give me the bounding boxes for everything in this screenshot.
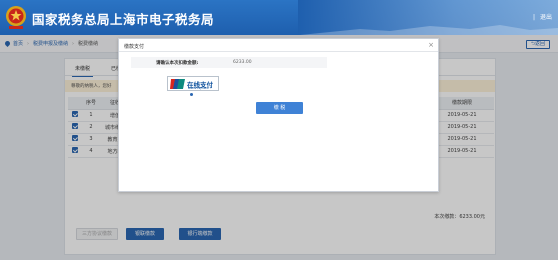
- amount-value: 6233.00: [233, 60, 252, 65]
- unionpay-logo-icon: [170, 79, 185, 89]
- modal-header: 缴款支付 ×: [119, 39, 438, 52]
- modal-title: 缴款支付: [124, 44, 145, 50]
- logout-area: | 退出: [533, 12, 552, 21]
- close-icon[interactable]: ×: [428, 41, 434, 49]
- unionpay-subtext: Online Payment: [188, 87, 209, 90]
- logout-separator: |: [532, 14, 535, 21]
- amount-label: 请确认本次扣款金额:: [156, 61, 199, 66]
- site-title: 国家税务总局上海市电子税务局: [32, 12, 215, 27]
- tax-emblem-icon: [6, 6, 26, 29]
- logout-link[interactable]: 退出: [540, 14, 552, 21]
- unionpay-option[interactable]: 在线支付 Online Payment: [167, 76, 219, 91]
- amount-row: 请确认本次扣款金额: 6233.00: [131, 57, 327, 68]
- selected-radio-indicator[interactable]: [190, 93, 193, 96]
- payment-modal: 缴款支付 × 请确认本次扣款金额: 6233.00 在线支付 Online Pa…: [118, 38, 439, 192]
- pay-button[interactable]: 缴 税: [256, 102, 303, 114]
- site-header: 国家税务总局上海市电子税务局 | 退出: [0, 0, 558, 35]
